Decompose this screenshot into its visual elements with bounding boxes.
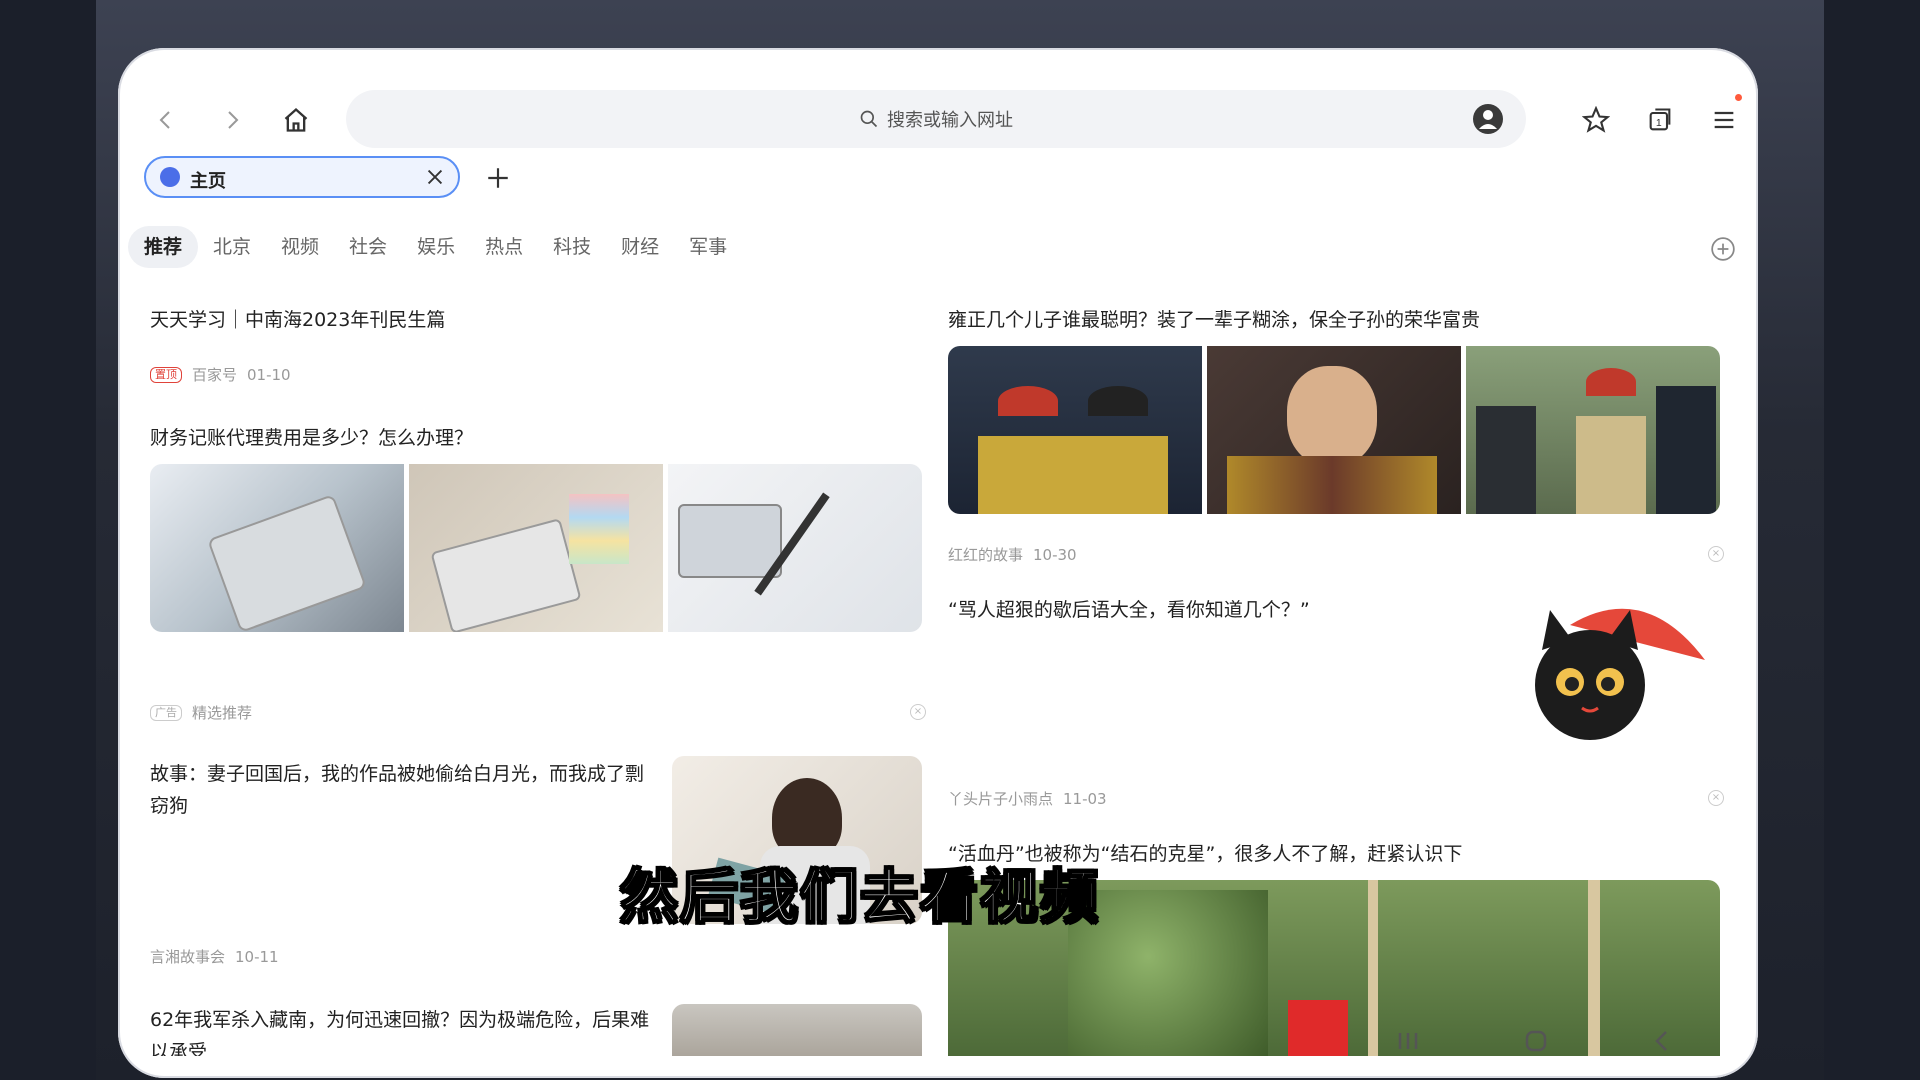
browser-logo-icon — [160, 167, 180, 187]
system-nav-bar — [118, 1008, 1758, 1078]
category-tab[interactable]: 社会 — [334, 226, 402, 268]
back-nav-button[interactable] — [1644, 1026, 1680, 1056]
menu-icon — [1714, 111, 1734, 129]
recent-apps-icon — [1398, 1033, 1418, 1049]
forward-button[interactable] — [212, 100, 252, 140]
news-image[interactable] — [1207, 346, 1461, 514]
svg-text:1: 1 — [1656, 117, 1662, 129]
news-source: 言湘故事会 — [150, 948, 226, 966]
ad-image[interactable] — [668, 464, 922, 632]
news-thumbnail[interactable] — [1470, 590, 1720, 758]
black-cat-umbrella-illustration — [1535, 608, 1705, 740]
back-button[interactable] — [146, 100, 186, 140]
ad-title[interactable]: 财务记账代理费用是多少？怎么办理？ — [150, 422, 473, 454]
pinned-badge: 置顶 — [150, 366, 182, 383]
tab-label: 主页 — [190, 171, 226, 192]
home-icon — [284, 107, 308, 132]
ad-image[interactable] — [150, 464, 404, 632]
news-date: 11-03 — [1063, 789, 1107, 808]
plus-icon — [488, 168, 508, 188]
new-tab-button[interactable] — [478, 158, 518, 198]
news-title[interactable]: “骂人超狠的歇后语大全，看你知道几个？” — [948, 594, 1310, 626]
news-title[interactable]: 天天学习｜中南海2023年刊民生篇 — [150, 304, 445, 336]
tab-home[interactable]: 主页 — [144, 156, 460, 198]
ad-source: 精选推荐 — [192, 704, 253, 722]
dismiss-icon[interactable]: × — [1708, 790, 1724, 806]
news-meta: 置顶 百家号 01-10 — [150, 364, 291, 385]
ad-image[interactable] — [409, 464, 663, 632]
ad-badge: 广告 — [150, 704, 182, 721]
news-title[interactable]: 故事：妻子回国后，我的作品被她偷给白月光，而我成了剽窃狗 — [150, 758, 650, 822]
news-date: 10-11 — [235, 947, 279, 966]
category-tab[interactable]: 科技 — [538, 226, 606, 268]
category-tab[interactable]: 娱乐 — [402, 226, 470, 268]
category-tab[interactable]: 北京 — [198, 226, 266, 268]
news-meta: 红红的故事 10-30 — [948, 544, 1077, 565]
news-source: 红红的故事 — [948, 546, 1024, 564]
news-title[interactable]: 雍正几个儿子谁最聪明？装了一辈子糊涂，保全子孙的荣华富贵 — [948, 304, 1480, 336]
dismiss-icon[interactable]: × — [1708, 546, 1724, 562]
news-image[interactable] — [948, 346, 1202, 514]
home-button[interactable] — [276, 100, 316, 140]
news-date: 10-30 — [1033, 545, 1077, 564]
category-tab[interactable]: 财经 — [606, 226, 674, 268]
user-icon[interactable] — [1472, 103, 1504, 135]
ad-meta: 广告 精选推荐 — [150, 702, 252, 723]
star-icon — [1582, 106, 1610, 133]
notification-dot — [1735, 94, 1742, 101]
menu-button[interactable] — [1704, 94, 1744, 140]
recent-apps-button[interactable] — [1390, 1026, 1426, 1056]
chevron-left-icon — [159, 111, 170, 129]
news-meta: 丫头片子小雨点 11-03 — [948, 788, 1107, 809]
category-tab[interactable]: 热点 — [470, 226, 538, 268]
news-meta: 言湘故事会 10-11 — [150, 946, 279, 967]
category-tab[interactable]: 视频 — [266, 226, 334, 268]
news-image[interactable] — [1466, 346, 1720, 514]
search-icon — [860, 110, 878, 128]
favorites-button[interactable] — [1576, 100, 1616, 140]
chevron-left-icon — [1655, 1031, 1667, 1051]
add-channel-icon[interactable] — [1710, 236, 1736, 262]
news-date: 01-10 — [247, 365, 291, 384]
address-placeholder: 搜索或输入网址 — [887, 110, 1013, 131]
dismiss-icon[interactable]: × — [910, 704, 926, 720]
tabs-icon: 1 — [1649, 108, 1671, 131]
home-square-icon — [1525, 1030, 1547, 1052]
chevron-right-icon — [228, 111, 239, 129]
close-icon[interactable] — [424, 166, 446, 188]
category-tab[interactable]: 军事 — [674, 226, 742, 268]
category-tab[interactable]: 推荐 — [128, 226, 199, 268]
news-source: 百家号 — [192, 366, 238, 384]
address-bar[interactable]: 搜索或输入网址 — [346, 90, 1526, 148]
video-subtitle: 然后我们去看视频 — [619, 862, 1101, 932]
category-tabs: 推荐 北京 视频 社会 娱乐 热点 科技 财经 军事 — [128, 226, 742, 268]
home-nav-button[interactable] — [1518, 1026, 1554, 1056]
news-source: 丫头片子小雨点 — [948, 790, 1054, 808]
tabs-button[interactable]: 1 — [1640, 100, 1680, 140]
